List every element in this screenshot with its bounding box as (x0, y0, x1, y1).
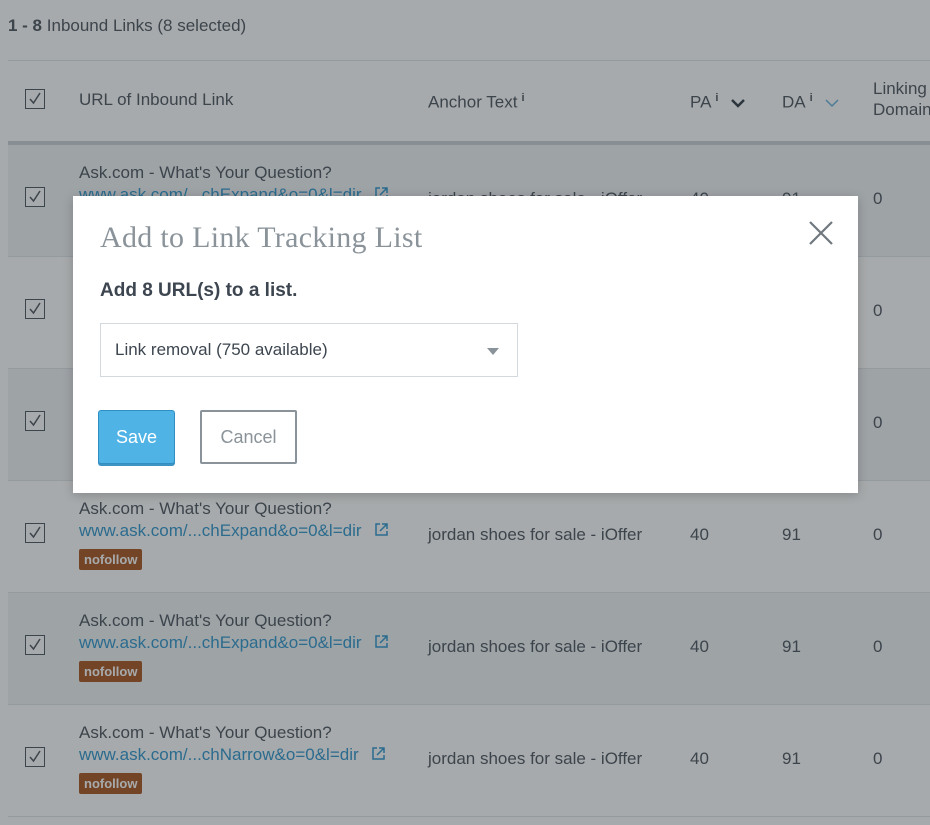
list-select-value: Link removal (750 available) (115, 340, 328, 359)
save-button[interactable]: Save (98, 410, 175, 464)
list-select[interactable]: Link removal (750 available) (100, 323, 518, 377)
cancel-button[interactable]: Cancel (200, 410, 297, 464)
add-to-list-dialog: Add to Link Tracking List Add 8 URL(s) t… (73, 196, 858, 493)
caret-down-icon (487, 348, 499, 355)
close-icon (809, 221, 833, 245)
dialog-title: Add to Link Tracking List (100, 221, 423, 254)
close-button[interactable] (808, 220, 834, 246)
dialog-subtitle: Add 8 URL(s) to a list. (100, 280, 298, 301)
